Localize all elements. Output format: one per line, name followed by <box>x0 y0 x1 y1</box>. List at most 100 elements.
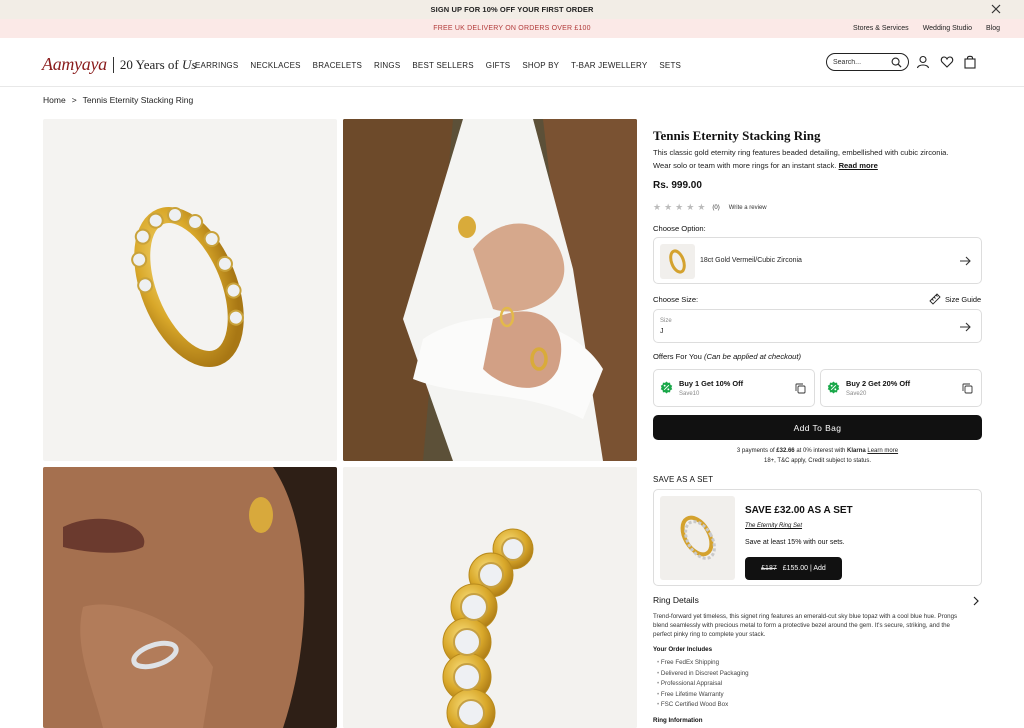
size-guide-link[interactable]: Size Guide <box>929 293 981 305</box>
offer-code: Save10 <box>679 391 700 397</box>
account-icon[interactable] <box>916 55 930 69</box>
size-value: J <box>660 328 664 335</box>
nav-best-sellers[interactable]: BEST SELLERS <box>412 61 473 70</box>
product-image-ring-closeup[interactable] <box>343 467 637 728</box>
review-count: (0) <box>712 204 720 211</box>
breadcrumb-home[interactable]: Home <box>43 95 66 105</box>
nav-rings[interactable]: RINGS <box>374 61 400 70</box>
set-thumbnail[interactable] <box>660 496 735 580</box>
ruler-icon <box>929 293 941 305</box>
offer-title: Buy 1 Get 10% Off <box>679 379 744 388</box>
add-set-button[interactable]: £187 £155.00 | Add <box>745 557 842 580</box>
set-section-label: SAVE AS A SET <box>653 475 714 484</box>
close-icon[interactable] <box>990 3 1002 15</box>
star-icon[interactable]: ★ <box>664 202 672 213</box>
breadcrumb-current: Tennis Eternity Stacking Ring <box>82 95 194 105</box>
write-review-link[interactable]: Write a review <box>729 205 767 211</box>
option-thumbnail <box>660 244 695 279</box>
size-field-label: Size <box>660 318 672 324</box>
discount-badge-icon <box>660 381 673 394</box>
nav-shop-by[interactable]: SHOP BY <box>522 61 559 70</box>
site-header: Aamyaya 20 Years of Us EARRINGS NECKLACE… <box>0 38 1024 87</box>
closeup-photo <box>343 467 637 728</box>
list-item: Free FedEx Shipping <box>657 658 749 669</box>
product-image-model-hands[interactable] <box>343 119 637 461</box>
nav-gifts[interactable]: GIFTS <box>486 61 511 70</box>
choose-size-label: Choose Size: <box>653 295 699 304</box>
bag-icon[interactable] <box>963 55 977 69</box>
list-item: Professional Appraisal <box>657 679 749 690</box>
set-card: SAVE £32.00 AS A SET The Eternity Ring S… <box>653 489 982 586</box>
add-to-bag-button[interactable]: Add To Bag <box>653 415 982 440</box>
list-item: FSC Certified Wood Box <box>657 700 749 711</box>
stores-link[interactable]: Stores & Services <box>853 25 909 32</box>
wedding-studio-link[interactable]: Wedding Studio <box>923 25 972 32</box>
hands-photo <box>343 119 637 461</box>
set-old-price: £187 <box>761 565 777 572</box>
ring-details-heading[interactable]: Ring Details <box>653 595 699 605</box>
copy-icon[interactable] <box>795 383 806 394</box>
list-item: Free Lifetime Warranty <box>657 690 749 701</box>
nav-t-bar-jewellery[interactable]: T-BAR JEWELLERY <box>571 61 647 70</box>
product-image-ring[interactable] <box>43 119 337 461</box>
model-photo <box>43 467 337 728</box>
product-image-model-face[interactable] <box>43 467 337 728</box>
option-selector[interactable]: 18ct Gold Vermeil/Cubic Zirconia <box>653 237 982 284</box>
offer-card[interactable]: Buy 1 Get 10% Off Save10 <box>653 369 815 407</box>
breadcrumb: Home > Tennis Eternity Stacking Ring <box>43 95 193 105</box>
klarna-line: 3 payments of £32.66 at 0% interest with… <box>653 446 982 456</box>
set-name-link[interactable]: The Eternity Ring Set <box>745 523 802 529</box>
product-price: Rs. 999.00 <box>653 180 702 191</box>
size-guide-label: Size Guide <box>945 294 982 304</box>
ring-information-heading[interactable]: Ring Information <box>653 717 703 724</box>
set-savings-text: Save at least 15% with our sets. <box>745 539 845 546</box>
klarna-amount: £32.66 <box>776 448 795 454</box>
tagline-number: 20 Years of <box>119 56 179 72</box>
list-item: Delivered in Discreet Packaging <box>657 669 749 680</box>
offer-title: Buy 2 Get 20% Off <box>846 379 911 388</box>
blog-link[interactable]: Blog <box>986 25 1000 32</box>
discount-badge-icon <box>827 381 840 394</box>
klarna-learn-more-link[interactable]: Learn more <box>867 448 898 454</box>
star-icon[interactable]: ★ <box>675 202 683 213</box>
delivery-bar: FREE UK DELIVERY ON ORDERS OVER £100 Sto… <box>0 19 1024 38</box>
offers-title: Offers For You <box>653 352 702 361</box>
nav-necklaces[interactable]: NECKLACES <box>250 61 300 70</box>
choose-option-label: Choose Option: <box>653 224 706 233</box>
option-value: 18ct Gold Vermeil/Cubic Zirconia <box>700 257 802 264</box>
order-includes-list: Free FedEx Shipping Delivered in Discree… <box>657 658 749 711</box>
nav-sets[interactable]: SETS <box>659 61 681 70</box>
nav-earrings[interactable]: EARRINGS <box>195 61 238 70</box>
anniversary-tagline: 20 Years of Us <box>120 57 197 73</box>
offer-code: Save20 <box>846 391 867 397</box>
ring-photo <box>131 206 244 368</box>
promo-bar: SIGN UP FOR 10% OFF YOUR FIRST ORDER <box>0 0 1024 19</box>
chevron-right-icon[interactable] <box>971 596 981 606</box>
star-icon[interactable]: ★ <box>686 202 694 213</box>
search-box[interactable] <box>826 53 909 71</box>
star-icon[interactable]: ★ <box>653 202 661 213</box>
read-more-link[interactable]: Read more <box>839 161 878 170</box>
copy-icon[interactable] <box>962 383 973 394</box>
klarna-mid: at 0% interest with <box>796 448 846 454</box>
description-text: This classic gold eternity ring features… <box>653 148 949 170</box>
arrow-right-icon <box>960 322 971 332</box>
utility-links: Stores & Services Wedding Studio Blog <box>853 25 1000 32</box>
set-title: SAVE £32.00 AS A SET <box>745 505 853 516</box>
wishlist-icon[interactable] <box>940 55 954 69</box>
breadcrumb-separator: > <box>71 95 77 105</box>
main-nav: EARRINGS NECKLACES BRACELETS RINGS BEST … <box>195 61 681 70</box>
promo-text[interactable]: SIGN UP FOR 10% OFF YOUR FIRST ORDER <box>431 5 594 14</box>
search-icon[interactable] <box>891 57 902 68</box>
arrow-right-icon <box>960 256 971 266</box>
set-new-price: £155.00 | Add <box>782 565 826 572</box>
logo[interactable]: Aamyaya 20 Years of Us <box>42 54 196 75</box>
order-includes-heading: Your Order Includes <box>653 646 713 653</box>
klarna-terms: 18+, T&C apply, Credit subject to status… <box>764 458 871 464</box>
star-icon[interactable]: ★ <box>697 202 705 213</box>
search-input[interactable] <box>833 58 893 66</box>
nav-bracelets[interactable]: BRACELETS <box>313 61 362 70</box>
klarna-pre: 3 payments of <box>736 448 775 454</box>
offer-card[interactable]: Buy 2 Get 20% Off Save20 <box>820 369 982 407</box>
size-selector[interactable]: Size J <box>653 309 982 343</box>
